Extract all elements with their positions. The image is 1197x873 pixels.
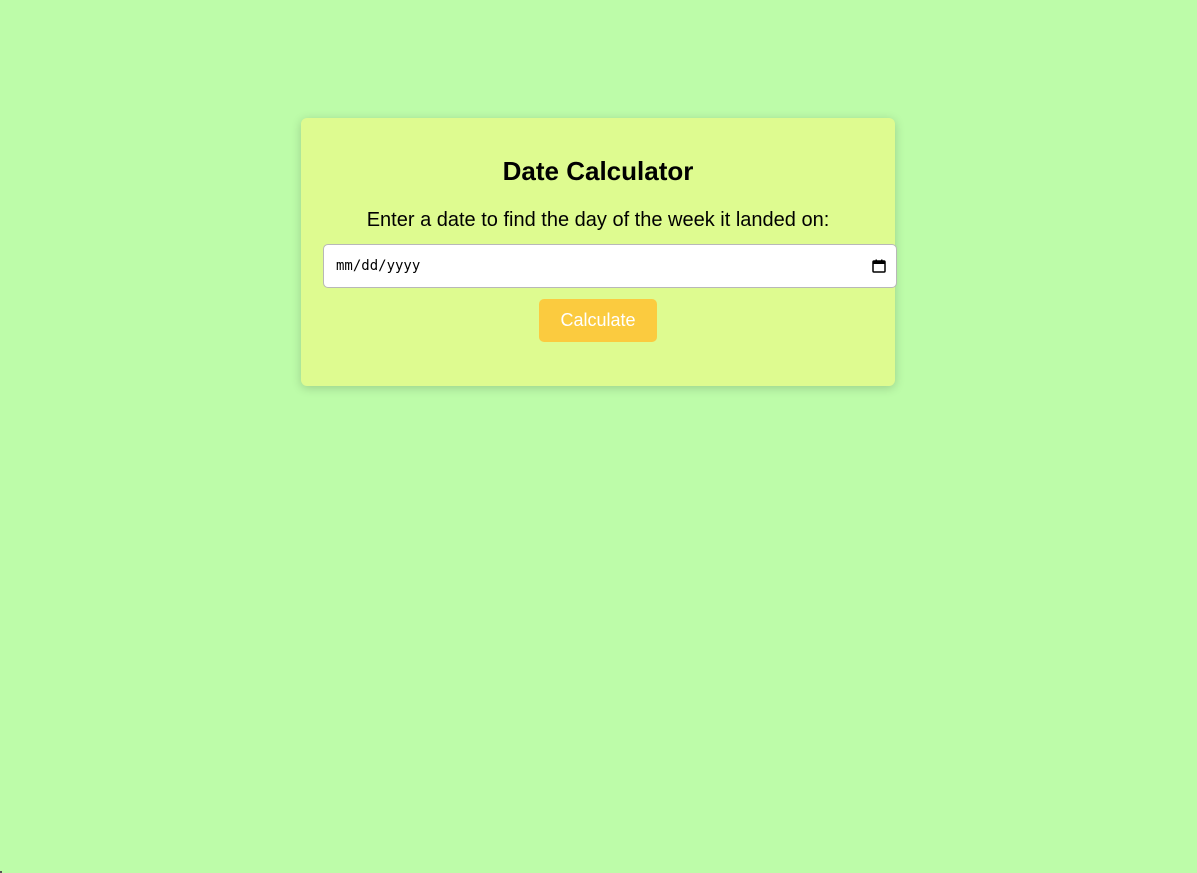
date-calculator-card: Date Calculator Enter a date to find the… bbox=[301, 118, 897, 386]
calculate-button[interactable]: Calculate bbox=[539, 299, 657, 342]
page-title: Date Calculator bbox=[502, 156, 694, 186]
date-input[interactable]: mm/dd/yyyy bbox=[323, 244, 897, 288]
calendar-icon[interactable] bbox=[872, 259, 886, 273]
date-input-placeholder: mm/dd/yyyy bbox=[336, 258, 421, 274]
date-prompt-label: Enter a date to find the day of the week… bbox=[366, 209, 830, 231]
